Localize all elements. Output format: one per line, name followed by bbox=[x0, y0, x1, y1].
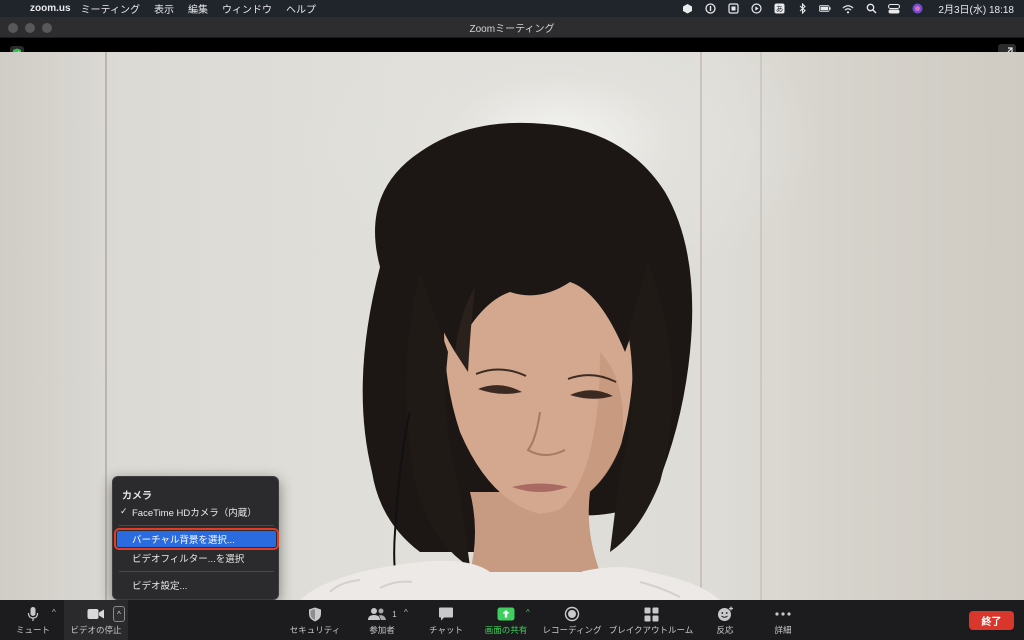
security-label: セキュリティ bbox=[289, 625, 341, 635]
more-dots-icon bbox=[775, 606, 791, 622]
menu-window[interactable]: ウィンドウ bbox=[222, 1, 272, 16]
record-button[interactable]: レコーディング bbox=[542, 600, 602, 640]
menu-divider bbox=[119, 525, 274, 526]
participants-count: 1 bbox=[392, 609, 397, 619]
siri-icon[interactable] bbox=[911, 3, 923, 14]
menu-item-virtual-background-label: バーチャル背景を選択... bbox=[132, 535, 235, 546]
zoom-window-button[interactable] bbox=[42, 23, 52, 33]
menu-divider bbox=[119, 571, 274, 572]
participants-label: 参加者 bbox=[369, 625, 395, 635]
play-icon[interactable] bbox=[750, 3, 762, 14]
microphone-icon bbox=[27, 606, 39, 622]
participants-chevron-icon[interactable]: ^ bbox=[404, 608, 408, 617]
minimize-window-button[interactable] bbox=[25, 23, 35, 33]
window-titlebar: Zoomミーティング bbox=[0, 17, 1024, 38]
share-screen-button[interactable]: 画面の共有 bbox=[484, 600, 528, 640]
more-button[interactable]: 詳細 bbox=[768, 600, 798, 640]
share-options-chevron-icon[interactable]: ^ bbox=[526, 608, 530, 617]
menubar-clock[interactable]: 2月3日(水) 18:18 bbox=[938, 1, 1014, 16]
control-center-icon[interactable] bbox=[888, 3, 901, 14]
menu-edit[interactable]: 編集 bbox=[188, 1, 208, 16]
cube-icon[interactable] bbox=[681, 3, 693, 14]
macos-menubar: zoom.us ミーティング 表示 編集 ウィンドウ ヘルプ あ 2月3日(水)… bbox=[0, 0, 1024, 17]
battery-icon[interactable] bbox=[819, 3, 832, 14]
chat-icon bbox=[438, 606, 454, 622]
chat-label: チャット bbox=[429, 625, 463, 635]
stop-video-label: ビデオの停止 bbox=[70, 625, 122, 635]
checkmark-icon: ✓ bbox=[120, 506, 128, 516]
participants-icon: 1 bbox=[367, 606, 397, 622]
camera-menu-header: カメラ bbox=[122, 491, 152, 502]
video-options-chevron-icon[interactable]: ^ bbox=[113, 606, 125, 622]
camera-menu: カメラ ✓ FaceTime HDカメラ（内蔵） バーチャル背景を選択... ビ… bbox=[112, 476, 279, 600]
screen-record-icon[interactable] bbox=[727, 3, 739, 14]
menu-item-video-filter-label: ビデオフィルター...を選択 bbox=[132, 554, 245, 565]
participants-button[interactable]: 1 参加者 bbox=[362, 600, 402, 640]
shield-icon bbox=[308, 606, 322, 622]
menu-view[interactable]: 表示 bbox=[154, 1, 174, 16]
security-button[interactable]: セキュリティ bbox=[289, 600, 341, 640]
svg-text:あ: あ bbox=[776, 5, 784, 14]
share-screen-label: 画面の共有 bbox=[484, 625, 528, 635]
audio-options-chevron-icon[interactable]: ^ bbox=[52, 608, 56, 617]
menu-item-virtual-background[interactable]: バーチャル背景を選択... bbox=[114, 528, 279, 550]
record-icon bbox=[564, 606, 580, 622]
breakout-rooms-label: ブレイクアウトルーム bbox=[608, 625, 694, 635]
video-camera-icon bbox=[87, 606, 105, 622]
menu-item-video-filter[interactable]: ビデオフィルター...を選択 bbox=[117, 550, 276, 566]
share-screen-icon bbox=[497, 606, 515, 622]
menu-item-facetime-camera-label: FaceTime HDカメラ（内蔵） bbox=[132, 508, 257, 519]
menu-item-video-settings-label: ビデオ設定... bbox=[132, 581, 188, 592]
reactions-button[interactable]: 反応 bbox=[710, 600, 740, 640]
mute-label: ミュート bbox=[15, 625, 50, 635]
close-window-button[interactable] bbox=[8, 23, 18, 33]
record-label: レコーディング bbox=[542, 625, 602, 635]
menu-item-facetime-camera[interactable]: ✓ FaceTime HDカメラ（内蔵） bbox=[117, 504, 276, 520]
video-area: カメラ ✓ FaceTime HDカメラ（内蔵） バーチャル背景を選択... ビ… bbox=[0, 38, 1024, 600]
input-method-icon[interactable]: あ bbox=[773, 3, 785, 14]
app-menu[interactable]: zoom.us bbox=[30, 3, 71, 14]
reactions-label: 反応 bbox=[716, 625, 734, 635]
spotlight-search-icon[interactable] bbox=[865, 3, 877, 14]
menu-item-video-settings[interactable]: ビデオ設定... bbox=[117, 577, 276, 593]
breakout-rooms-icon bbox=[644, 606, 659, 622]
window-title: Zoomミーティング bbox=[469, 23, 555, 35]
menu-meeting[interactable]: ミーティング bbox=[81, 1, 140, 16]
status-area: あ 2月3日(水) 18:18 bbox=[681, 1, 1024, 16]
chat-button[interactable]: チャット bbox=[425, 600, 467, 640]
menu-help[interactable]: ヘルプ bbox=[286, 1, 316, 16]
smiley-plus-icon bbox=[717, 606, 734, 622]
mute-button[interactable]: ミュート bbox=[14, 600, 52, 640]
wifi-icon[interactable] bbox=[842, 3, 854, 14]
end-meeting-button[interactable]: 終了 bbox=[969, 611, 1014, 630]
password-icon[interactable] bbox=[704, 3, 716, 14]
meeting-toolbar: ミュート ^ ビデオの停止 ^ セキュリティ 1 参加者 ^ チャット 画面の共… bbox=[0, 600, 1024, 640]
bluetooth-icon[interactable] bbox=[796, 3, 808, 14]
breakout-rooms-button[interactable]: ブレイクアウトルーム bbox=[608, 600, 694, 640]
more-label: 詳細 bbox=[774, 625, 792, 635]
window-controls bbox=[8, 23, 52, 33]
